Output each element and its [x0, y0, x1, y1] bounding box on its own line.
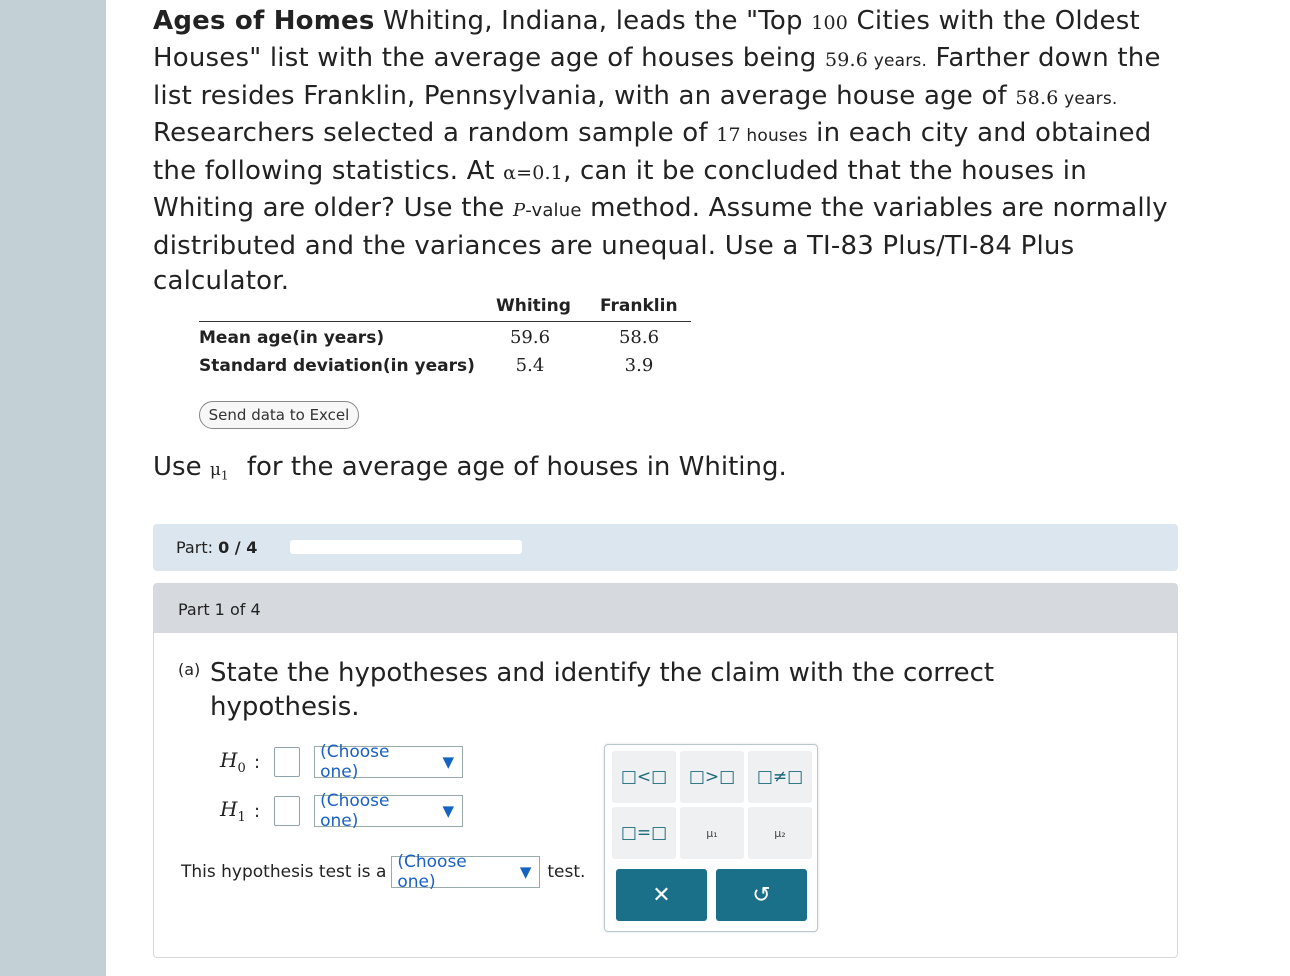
top-n-value: 100	[811, 12, 849, 34]
equal-button[interactable]: □=□	[612, 807, 676, 859]
row-label-mean: Mean age(in years)	[199, 328, 385, 348]
part-panel: Part 1 of 4 (a) State the hypotheses and…	[153, 583, 1178, 958]
cell-franklin-sd: 3.9	[624, 355, 654, 376]
cell-whiting-sd: 5.4	[515, 355, 545, 376]
h0-row: H0 : (Choose one) ▼	[220, 742, 464, 782]
problem-text-1: Whiting, Indiana, leads the "Top	[374, 6, 812, 36]
alpha-value: α=0.1	[503, 162, 564, 185]
h1-claim-select[interactable]: (Choose one) ▼	[314, 791, 464, 831]
less-than-button[interactable]: □<□	[612, 751, 676, 803]
unit-years-1: years.	[868, 50, 928, 71]
p-italic: P	[512, 199, 526, 221]
h0-answer-box[interactable]	[274, 747, 301, 777]
send-to-excel-button[interactable]: Send data to Excel	[199, 401, 359, 429]
part-header: Part 1 of 4	[154, 584, 1177, 633]
clear-button[interactable]: ✕	[616, 869, 707, 921]
close-icon: ✕	[652, 882, 671, 908]
chevron-down-icon: ▼	[442, 753, 455, 771]
test-type-prefix: This hypothesis test is a	[181, 862, 387, 882]
h1-answer-box[interactable]	[274, 796, 301, 826]
table-header-rule	[199, 321, 691, 322]
use-mu-line: Use μ1 for the average age of houses in …	[153, 452, 787, 482]
column-header-whiting: Whiting	[496, 296, 571, 316]
h1-label: H1	[220, 797, 246, 825]
h0-label: H0	[220, 748, 246, 776]
mu1-button[interactable]: μ₁	[680, 807, 744, 859]
unit-houses: houses	[740, 126, 808, 147]
use-suffix: for the average age of houses in Whiting…	[246, 452, 787, 482]
franklin-age-value: 58.6	[1015, 86, 1059, 109]
test-type-select[interactable]: (Choose one) ▼	[391, 852, 541, 892]
mu2-button[interactable]: μ₂	[748, 807, 812, 859]
question-tag: (a)	[178, 660, 201, 679]
cell-whiting-mean: 59.6	[509, 327, 551, 348]
problem-statement: Ages of Homes Whiting, Indiana, leads th…	[153, 4, 1178, 298]
question-text: State the hypotheses and identify the cl…	[210, 658, 995, 722]
whiting-age-value: 59.6	[824, 48, 869, 71]
p-value-suffix: -value	[525, 199, 582, 221]
left-rail	[0, 0, 106, 976]
not-equal-button[interactable]: □≠□	[748, 751, 812, 803]
math-palette: □<□ □>□ □≠□ □=□ μ₁ μ₂ ✕ ↺	[604, 744, 818, 932]
test-type-suffix: test.	[547, 862, 586, 882]
unit-years-2: years.	[1058, 88, 1118, 109]
test-type-line: This hypothesis test is a (Choose one) ▼ …	[181, 852, 586, 892]
undo-button[interactable]: ↺	[716, 869, 807, 921]
problem-title: Ages of Homes	[153, 6, 375, 36]
chevron-down-icon: ▼	[442, 802, 455, 820]
column-header-franklin: Franklin	[600, 296, 678, 316]
use-prefix: Use	[153, 452, 210, 482]
sample-n-value: 17	[716, 124, 741, 147]
mu-one-symbol: μ1	[209, 460, 229, 483]
cell-franklin-mean: 58.6	[618, 327, 660, 348]
greater-than-button[interactable]: □>□	[680, 751, 744, 803]
h0-claim-select[interactable]: (Choose one) ▼	[314, 742, 464, 782]
part-progress-value: 0 / 4	[218, 538, 258, 557]
part-progress-bar: Part: 0 / 4	[153, 524, 1178, 571]
part-progress-label: Part: 0 / 4	[176, 538, 258, 557]
progress-track	[290, 540, 522, 554]
problem-text-4: Researchers selected a random sample of	[153, 118, 717, 149]
row-label-sd: Standard deviation(in years)	[199, 356, 475, 376]
undo-icon: ↺	[752, 882, 771, 908]
h1-row: H1 : (Choose one) ▼	[220, 791, 464, 831]
chevron-down-icon: ▼	[519, 863, 532, 881]
